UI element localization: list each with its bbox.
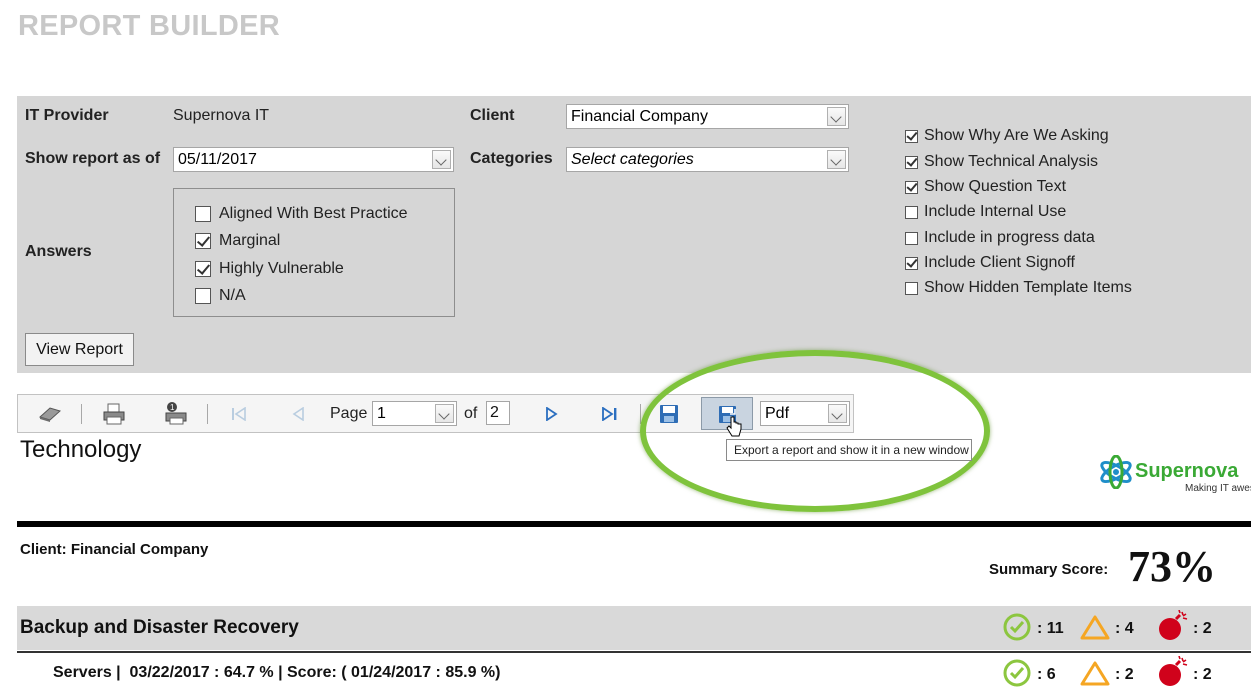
atom-logo-icon	[1100, 455, 1132, 489]
option-show-hidden-template-items[interactable]: Show Hidden Template Items	[905, 279, 1132, 297]
company-logo: Supernova Making IT aweso	[1098, 455, 1251, 495]
option-label: Show Question Text	[924, 178, 1067, 195]
eraser-icon[interactable]	[38, 405, 62, 423]
page-title: REPORT BUILDER	[18, 10, 280, 42]
checkbox[interactable]	[905, 256, 918, 270]
checkbox-highly-vulnerable[interactable]	[195, 261, 211, 277]
warning-triangle-icon	[1080, 615, 1110, 640]
categories-placeholder: Select categories	[571, 151, 694, 168]
answers-checkbox-group: Aligned With Best Practice Marginal High…	[173, 188, 455, 317]
option-label: Show Hidden Template Items	[924, 279, 1132, 296]
page-label: Page	[330, 405, 368, 422]
subcategory-row: Servers | 03/22/2017 : 64.7 % | Score: (…	[53, 664, 501, 681]
of-label: of	[464, 405, 478, 422]
warning-count: : 2	[1115, 666, 1134, 683]
chevron-down-icon[interactable]	[827, 150, 846, 169]
toolbar-separator	[207, 404, 208, 424]
it-provider-label: IT Provider	[25, 107, 109, 124]
answer-option-label: Aligned With Best Practice	[219, 205, 408, 222]
checkbox[interactable]	[905, 180, 918, 194]
checkbox[interactable]	[905, 231, 918, 245]
check-circle-icon	[1003, 659, 1031, 687]
option-include-internal-use[interactable]: Include Internal Use	[905, 203, 1066, 221]
checkbox[interactable]	[905, 129, 918, 143]
summary-score-value: 73%	[1128, 542, 1216, 591]
report-divider	[17, 521, 1251, 527]
option-label: Show Technical Analysis	[924, 153, 1099, 170]
answers-label: Answers	[25, 243, 92, 260]
checkbox[interactable]	[905, 205, 918, 219]
checkbox-na[interactable]	[195, 288, 211, 304]
option-show-question-text[interactable]: Show Question Text	[905, 178, 1066, 196]
answer-option[interactable]: Highly Vulnerable	[195, 260, 344, 278]
total-pages: 2	[486, 401, 510, 425]
ok-count: : 6	[1037, 666, 1056, 683]
checkbox[interactable]	[905, 281, 918, 295]
last-page-icon[interactable]	[601, 407, 619, 421]
previous-page-icon[interactable]	[291, 407, 305, 421]
it-provider-value: Supernova IT	[173, 107, 270, 124]
logo-tagline: Making IT aweso	[1185, 483, 1251, 494]
category-divider	[17, 651, 1251, 653]
chevron-down-icon[interactable]	[432, 150, 451, 169]
logo-wordmark: Supernova	[1135, 460, 1239, 482]
categories-select[interactable]: Select categories	[566, 147, 849, 172]
ok-count: : 11	[1037, 620, 1064, 637]
report-section-title: Technology	[20, 436, 142, 463]
option-show-why-are-we-asking[interactable]: Show Why Are We Asking	[905, 127, 1109, 145]
answer-option-label: Highly Vulnerable	[219, 260, 344, 277]
option-include-in-progress-data[interactable]: Include in progress data	[905, 229, 1095, 247]
next-page-icon[interactable]	[545, 407, 559, 421]
page-number-value: 1	[377, 405, 386, 422]
chevron-down-icon[interactable]	[435, 404, 454, 423]
answer-option-label: Marginal	[219, 232, 281, 249]
show-report-as-of-label: Show report as of	[25, 150, 161, 167]
client-line: Client: Financial Company	[20, 541, 209, 558]
option-include-client-signoff[interactable]: Include Client Signoff	[905, 254, 1075, 272]
checkbox[interactable]	[905, 155, 918, 169]
option-label: Include Internal Use	[924, 203, 1067, 220]
category-title: Backup and Disaster Recovery	[20, 617, 299, 638]
warning-triangle-icon	[1080, 661, 1110, 686]
client-select[interactable]: Financial Company	[566, 104, 849, 129]
print-layout-icon[interactable]: 1	[163, 401, 189, 425]
option-label: Show Why Are We Asking	[924, 127, 1109, 144]
warning-count: : 4	[1115, 620, 1134, 637]
option-label: Include in progress data	[924, 229, 1095, 246]
summary-score-label: Summary Score:	[989, 561, 1109, 578]
print-icon[interactable]	[102, 403, 126, 425]
categories-label: Categories	[470, 150, 553, 167]
highlight-ring	[640, 350, 990, 512]
report-date-picker[interactable]: 05/11/2017	[173, 147, 454, 172]
answer-option[interactable]: N/A	[195, 287, 246, 305]
checkbox-aligned[interactable]	[195, 206, 211, 222]
svg-text:1: 1	[170, 403, 175, 412]
option-show-technical-analysis[interactable]: Show Technical Analysis	[905, 153, 1098, 171]
page-number-select[interactable]: 1	[372, 401, 457, 426]
chevron-down-icon[interactable]	[827, 107, 846, 126]
bomb-icon	[1159, 610, 1188, 640]
client-label: Client	[470, 107, 515, 124]
vulnerable-count: : 2	[1193, 666, 1212, 683]
answer-option[interactable]: Marginal	[195, 232, 280, 250]
answer-option-label: N/A	[219, 287, 246, 304]
client-select-value: Financial Company	[571, 108, 708, 125]
answer-option[interactable]: Aligned With Best Practice	[195, 205, 408, 223]
bomb-icon	[1159, 656, 1188, 686]
first-page-icon[interactable]	[230, 407, 248, 421]
export-tooltip: Export a report and show it in a new win…	[726, 439, 972, 461]
vulnerable-count: : 2	[1193, 620, 1212, 637]
check-circle-icon	[1003, 613, 1031, 641]
toolbar-separator	[81, 404, 82, 424]
checkbox-marginal[interactable]	[195, 233, 211, 249]
report-date-value: 05/11/2017	[178, 151, 257, 168]
view-report-button[interactable]: View Report	[25, 333, 134, 366]
option-label: Include Client Signoff	[924, 254, 1075, 271]
